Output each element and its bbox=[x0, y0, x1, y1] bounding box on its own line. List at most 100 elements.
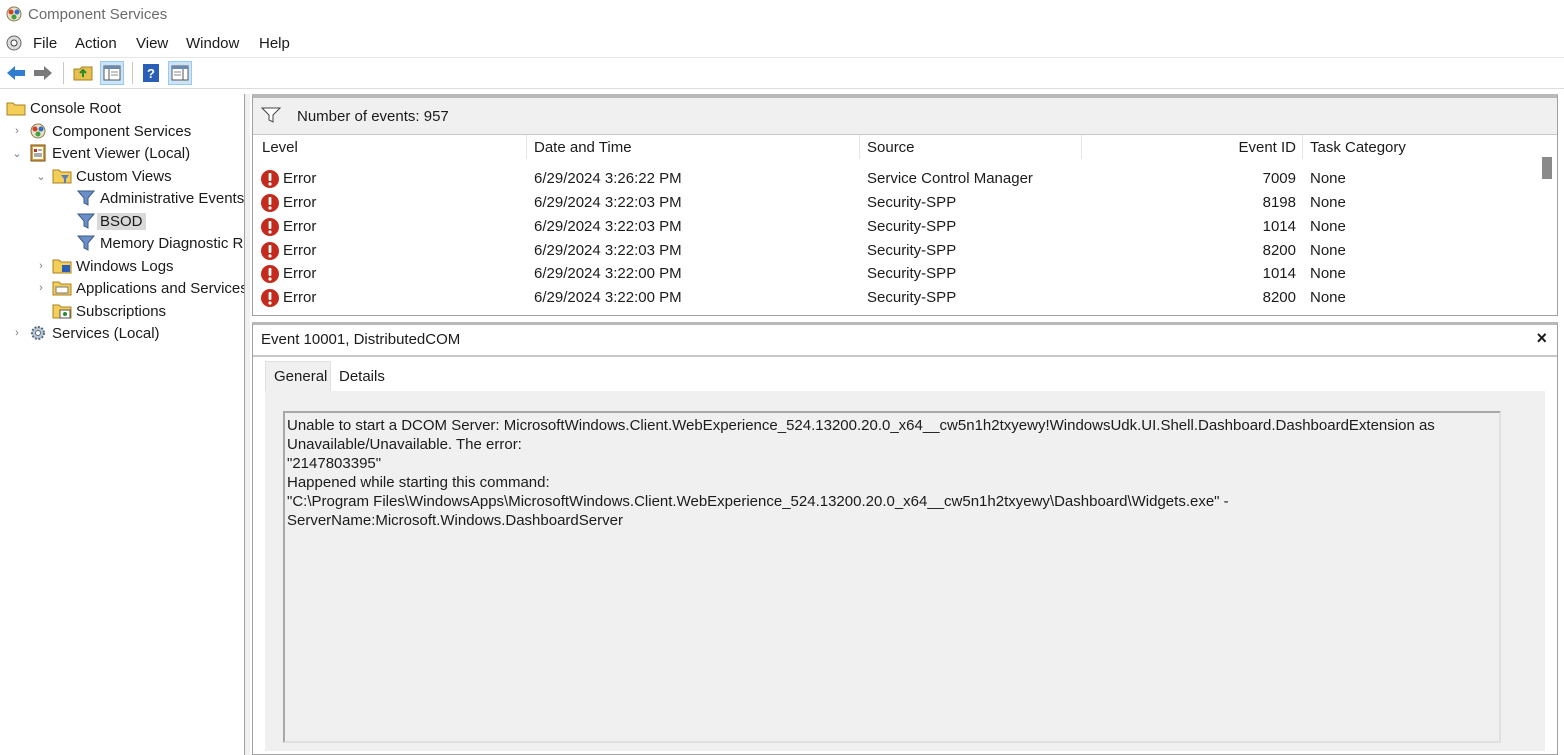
forward-button[interactable] bbox=[31, 61, 55, 85]
event-viewer-icon bbox=[28, 144, 48, 162]
detail-header: Event 10001, DistributedCOM × bbox=[253, 325, 1557, 357]
event-level: Error bbox=[283, 194, 317, 211]
tree-item-label: Memory Diagnostic R bbox=[100, 234, 244, 252]
description-line: Happened while starting this command: bbox=[287, 474, 550, 491]
tree-item-custom-views[interactable]: ⌄ Custom Views bbox=[34, 165, 171, 187]
column-divider[interactable] bbox=[526, 135, 527, 159]
folder-filter-icon bbox=[52, 167, 72, 185]
event-description[interactable]: Unable to start a DCOM Server: Microsoft… bbox=[283, 411, 1501, 743]
show-hide-console-tree-button[interactable] bbox=[100, 61, 124, 85]
svg-text:?: ? bbox=[147, 66, 155, 81]
events-list-panel: Number of events: 957 Level Date and Tim… bbox=[252, 94, 1558, 316]
help-icon: ? bbox=[143, 64, 159, 82]
menu-help[interactable]: Help bbox=[259, 35, 290, 52]
tree-item-label: Administrative Events bbox=[100, 189, 245, 207]
events-column-header: Level Date and Time Source Event ID Task… bbox=[253, 135, 1537, 159]
event-datetime: 6/29/2024 3:22:03 PM bbox=[534, 218, 682, 235]
chevron-down-icon[interactable]: ⌄ bbox=[34, 170, 48, 183]
menu-action[interactable]: Action bbox=[75, 35, 117, 52]
chevron-right-icon[interactable]: › bbox=[10, 125, 24, 137]
column-divider[interactable] bbox=[1302, 135, 1303, 159]
tree-item-console-root[interactable]: Console Root bbox=[6, 97, 121, 119]
column-source[interactable]: Source bbox=[867, 139, 915, 156]
column-divider[interactable] bbox=[1081, 135, 1082, 159]
help-button[interactable]: ? bbox=[139, 61, 163, 85]
tree-item-label: Console Root bbox=[30, 99, 121, 117]
tab-label: Details bbox=[339, 367, 385, 385]
tab-general[interactable]: General bbox=[265, 361, 331, 391]
event-count: Number of events: 957 bbox=[297, 108, 449, 125]
event-row[interactable]: Error 6/29/2024 3:22:03 PM Security-SPP … bbox=[253, 216, 1537, 239]
event-level: Error bbox=[283, 265, 317, 282]
tree-item-label: BSOD bbox=[97, 212, 146, 230]
pane-splitter[interactable] bbox=[245, 94, 250, 755]
event-task-category: None bbox=[1310, 194, 1346, 211]
component-services-icon bbox=[6, 6, 22, 22]
menu-bar: File Action View Window Help bbox=[0, 31, 1564, 58]
chevron-right-icon[interactable]: › bbox=[34, 282, 48, 294]
event-task-category: None bbox=[1310, 242, 1346, 259]
app-services-logs-icon bbox=[52, 279, 72, 297]
event-datetime: 6/29/2024 3:22:00 PM bbox=[534, 265, 682, 282]
event-source: Security-SPP bbox=[867, 242, 957, 259]
tree-item-event-viewer[interactable]: ⌄ Event Viewer (Local) bbox=[10, 142, 190, 164]
column-divider[interactable] bbox=[859, 135, 860, 159]
chevron-right-icon[interactable]: › bbox=[34, 260, 48, 272]
window-title: Component Services bbox=[28, 6, 168, 23]
event-row[interactable]: Error 6/29/2024 3:22:03 PM Security-SPP … bbox=[253, 192, 1537, 215]
tree-item-label: Applications and Services bbox=[76, 279, 245, 297]
events-scrollbar[interactable] bbox=[1539, 135, 1555, 313]
tree-item-label: Windows Logs bbox=[76, 257, 174, 275]
event-row[interactable]: Error 6/29/2024 3:22:00 PM Security-SPP … bbox=[253, 287, 1537, 310]
chevron-right-icon[interactable]: › bbox=[10, 327, 24, 339]
event-row[interactable]: Error 6/29/2024 3:22:00 PM Security-SPP … bbox=[253, 263, 1537, 286]
console-tree: Console Root › Component Services ⌄ Even… bbox=[0, 94, 245, 755]
tree-item-component-services[interactable]: › Component Services bbox=[10, 120, 191, 142]
event-source: Security-SPP bbox=[867, 218, 957, 235]
event-source: Service Control Manager bbox=[867, 170, 1033, 187]
tree-item-subscriptions[interactable]: Subscriptions bbox=[52, 300, 166, 322]
event-detail-panel: Event 10001, DistributedCOM × General De… bbox=[252, 322, 1558, 755]
event-row[interactable]: Error 6/29/2024 3:22:03 PM Security-SPP … bbox=[253, 240, 1537, 263]
tree-item-label: Services (Local) bbox=[52, 324, 160, 342]
tree-item-memory-diagnostic[interactable]: Memory Diagnostic R bbox=[76, 232, 243, 254]
tree-item-bsod[interactable]: BSOD bbox=[76, 210, 146, 232]
column-event-id[interactable]: Event ID bbox=[1238, 139, 1296, 156]
error-icon bbox=[261, 289, 279, 307]
column-task-category[interactable]: Task Category bbox=[1310, 139, 1406, 156]
windows-logs-icon bbox=[52, 257, 72, 275]
close-icon[interactable]: × bbox=[1536, 328, 1547, 349]
subscriptions-icon bbox=[52, 302, 72, 320]
up-one-level-button[interactable] bbox=[71, 61, 95, 85]
menu-view[interactable]: View bbox=[136, 35, 168, 52]
error-icon bbox=[261, 170, 279, 188]
show-hide-action-pane-icon bbox=[171, 65, 189, 81]
event-id: 7009 bbox=[1262, 170, 1296, 187]
tree-item-services-local[interactable]: › Services (Local) bbox=[10, 322, 160, 344]
event-level: Error bbox=[283, 218, 317, 235]
tab-details[interactable]: Details bbox=[331, 361, 393, 391]
column-level[interactable]: Level bbox=[262, 139, 298, 156]
column-date-time[interactable]: Date and Time bbox=[534, 139, 632, 156]
back-button[interactable] bbox=[4, 61, 28, 85]
filter-icon bbox=[76, 212, 96, 230]
system-menu-icon[interactable] bbox=[5, 34, 23, 52]
menu-window[interactable]: Window bbox=[186, 35, 239, 52]
event-source: Security-SPP bbox=[867, 289, 957, 306]
event-row[interactable]: Error 6/29/2024 3:26:22 PM Service Contr… bbox=[253, 168, 1537, 191]
event-id: 8200 bbox=[1262, 289, 1296, 306]
tree-item-applications-and-services[interactable]: › Applications and Services bbox=[34, 277, 245, 299]
description-line: "2147803395" bbox=[287, 455, 382, 472]
show-hide-action-pane-button[interactable] bbox=[168, 61, 192, 85]
filter-icon bbox=[261, 107, 281, 123]
tab-label: General bbox=[274, 368, 328, 385]
error-icon bbox=[261, 265, 279, 283]
tree-item-administrative-events[interactable]: Administrative Events bbox=[76, 187, 244, 209]
event-task-category: None bbox=[1310, 289, 1346, 306]
menu-file[interactable]: File bbox=[33, 35, 57, 52]
scrollbar-thumb[interactable] bbox=[1542, 157, 1552, 179]
tree-item-windows-logs[interactable]: › Windows Logs bbox=[34, 255, 174, 277]
event-id: 8200 bbox=[1262, 242, 1296, 259]
event-datetime: 6/29/2024 3:22:03 PM bbox=[534, 242, 682, 259]
chevron-down-icon[interactable]: ⌄ bbox=[10, 147, 24, 160]
